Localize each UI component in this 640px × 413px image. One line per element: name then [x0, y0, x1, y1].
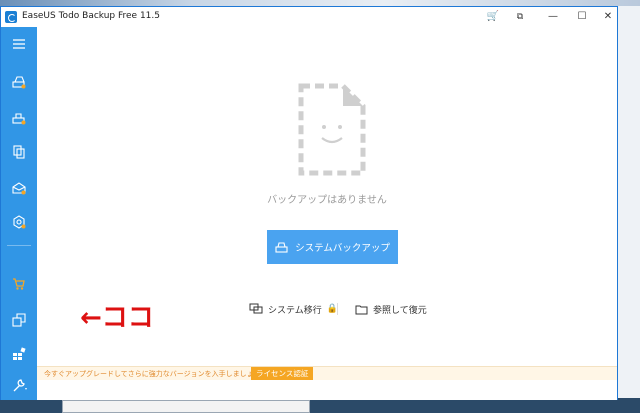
sidebar: [1, 27, 37, 400]
app-logo-icon: [5, 11, 17, 23]
system-backup-icon: [275, 242, 288, 253]
desktop-bottom-strip: [0, 398, 640, 413]
system-backup-icon: [12, 113, 26, 125]
upgrade-banner-text: 今すぐアップグレードしてさらに強力なバージョンを入手しましょう。: [44, 370, 268, 378]
close-button[interactable]: ✕: [597, 9, 619, 25]
license-activation-button[interactable]: ライセンス認証: [251, 367, 314, 380]
empty-document-icon: [298, 83, 366, 176]
sidebar-item-disk-backup[interactable]: [1, 71, 37, 95]
apps-icon: [13, 347, 26, 360]
upgrade-banner: 今すぐアップグレードしてさらに強力なバージョンを入手しましょう。 ライセンス認証: [37, 366, 617, 380]
sidebar-item-menu[interactable]: [1, 33, 37, 57]
mail-backup-icon: [12, 182, 26, 195]
tools-icon: [13, 379, 27, 392]
system-transfer-link[interactable]: システム移行 🔒: [249, 301, 338, 317]
annotation-label: ←ココ: [80, 303, 154, 333]
system-backup-button[interactable]: システムバックアップ: [267, 230, 398, 264]
hamburger-icon: [13, 39, 25, 49]
sidebar-item-smart-backup[interactable]: [1, 211, 37, 235]
title-bar: EaseUS Todo Backup Free 11.5 🛒 ⧉ — ☐ ✕: [1, 7, 617, 27]
smart-backup-icon: [13, 215, 26, 229]
titlebar-dock-button[interactable]: ⧉: [509, 9, 531, 25]
minimize-button[interactable]: —: [542, 9, 564, 25]
desktop-right-strip: [618, 6, 640, 406]
system-transfer-icon: [249, 303, 263, 314]
main-content: バックアップはありません システムバックアップ システム移行 🔒 参照して復元: [37, 27, 617, 400]
file-backup-icon: [13, 145, 25, 159]
folder-icon: [355, 305, 368, 314]
cart-icon: [13, 278, 25, 290]
sidebar-item-clone[interactable]: [1, 309, 37, 333]
sidebar-item-apps[interactable]: [1, 343, 37, 367]
maximize-button[interactable]: ☐: [571, 9, 593, 25]
sidebar-item-upgrade-cart[interactable]: [1, 273, 37, 297]
browse-restore-label: 参照して復元: [373, 305, 427, 316]
empty-message: バックアップはありません: [267, 195, 387, 206]
clone-icon: [12, 313, 26, 327]
app-window: EaseUS Todo Backup Free 11.5 🛒 ⧉ — ☐ ✕ バ…: [0, 6, 618, 400]
disk-backup-icon: [12, 76, 26, 89]
browse-restore-link[interactable]: 参照して復元: [355, 301, 427, 317]
sidebar-item-mail-backup[interactable]: [1, 177, 37, 201]
system-backup-button-label: システムバックアップ: [295, 243, 390, 254]
system-transfer-label: システム移行: [268, 305, 322, 316]
sidebar-item-tools[interactable]: [1, 375, 37, 399]
sidebar-separator: [7, 245, 31, 246]
background-document: [62, 400, 310, 413]
sidebar-item-file-backup[interactable]: [1, 141, 37, 165]
window-title: EaseUS Todo Backup Free 11.5: [22, 11, 160, 21]
link-divider: [337, 303, 338, 315]
sidebar-item-system-backup[interactable]: [1, 107, 37, 131]
titlebar-cart-button[interactable]: 🛒: [482, 9, 504, 25]
